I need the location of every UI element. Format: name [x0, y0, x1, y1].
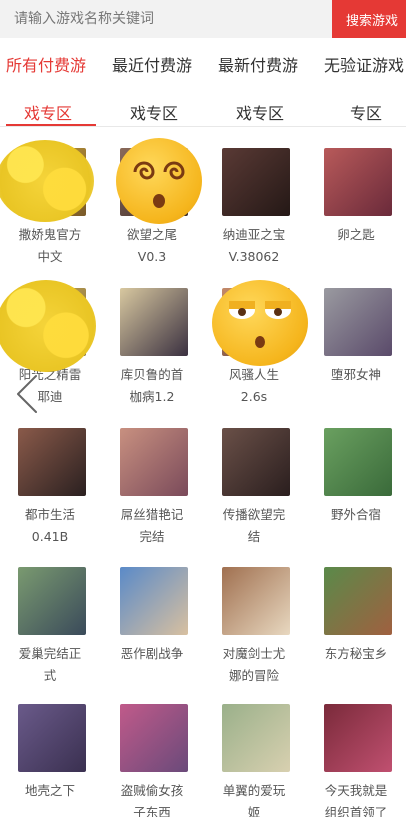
game-title[interactable]: 库贝鲁的首 枷病1.2 — [102, 364, 202, 408]
game-cover-image[interactable] — [222, 704, 290, 772]
dizzy-face-emoji — [116, 138, 202, 224]
game-title[interactable]: 对魔剑士尤 娜的冒险 — [204, 643, 304, 687]
game-cover-image[interactable] — [324, 704, 392, 772]
game-title[interactable]: 卵之匙 — [306, 224, 406, 246]
game-title[interactable]: 都市生活 0.41B — [0, 504, 100, 548]
game-title[interactable]: 单翼的爱玩 姬 — [204, 780, 304, 817]
game-title[interactable]: 野外合宿 — [306, 504, 406, 526]
game-cover-image[interactable] — [120, 288, 188, 356]
tab-label-line2: 戏专区 — [24, 104, 73, 123]
game-cover-image[interactable] — [18, 428, 86, 496]
game-title[interactable]: 盗贼偷女孩 子东西 — [102, 780, 202, 817]
game-cover-image[interactable] — [222, 567, 290, 635]
game-title[interactable]: 风骚人生 2.6s — [204, 364, 304, 408]
game-title[interactable]: 东方秘宝乡 — [306, 643, 406, 665]
game-cover-image[interactable] — [324, 288, 392, 356]
search-bar: 搜索游戏 — [0, 0, 406, 38]
game-title[interactable]: 纳迪亚之宝 V.38062 — [204, 224, 304, 268]
game-cover-image[interactable] — [120, 704, 188, 772]
tab-label-line2: 戏专区 — [130, 104, 179, 123]
game-title[interactable]: 今天我就是 组织首领了 — [306, 780, 406, 817]
game-title[interactable]: 传播欲望完 结 — [204, 504, 304, 548]
game-cover-image[interactable] — [120, 428, 188, 496]
game-title[interactable]: 爱巢完结正 式 — [0, 643, 100, 687]
search-button[interactable]: 搜索游戏 — [332, 0, 406, 38]
search-input[interactable] — [0, 0, 332, 38]
tab-label-line1: 所有付费游 — [6, 56, 87, 75]
tab-label-line1: 无验证游戏 — [324, 56, 405, 75]
game-title[interactable]: 欲望之尾 V0.3 — [102, 224, 202, 268]
game-cover-image[interactable] — [324, 148, 392, 216]
game-title[interactable]: 地壳之下 — [0, 780, 100, 802]
game-title[interactable]: 堕邪女神 — [306, 364, 406, 386]
scribble-sticker — [0, 280, 96, 372]
tab-label-line2: 戏专区 — [236, 104, 285, 123]
game-cover-image[interactable] — [222, 428, 290, 496]
game-cover-image[interactable] — [18, 704, 86, 772]
game-cover-image[interactable] — [222, 148, 290, 216]
unamused-face-emoji — [212, 280, 308, 366]
game-title[interactable]: 恶作剧战争 — [102, 643, 202, 665]
game-title[interactable]: 撒娇鬼官方 中文 — [0, 224, 100, 268]
category-tabs: 所有付费游 戏专区 最近付费游 戏专区 最新付费游 戏专区 无验证游戏 专区 — [0, 38, 406, 128]
scribble-sticker — [0, 140, 94, 222]
tab-label-line1: 最近付费游 — [112, 56, 193, 75]
chevron-left-icon[interactable] — [12, 372, 42, 416]
game-cover-image[interactable] — [18, 567, 86, 635]
game-cover-image[interactable] — [120, 567, 188, 635]
game-title[interactable]: 屌丝猎艳记 完结 — [102, 504, 202, 548]
game-cover-image[interactable] — [324, 567, 392, 635]
game-cover-image[interactable] — [324, 428, 392, 496]
tab-label-line2: 专区 — [350, 104, 383, 123]
tabs-divider — [0, 126, 406, 127]
tab-label-line1: 最新付费游 — [218, 56, 299, 75]
